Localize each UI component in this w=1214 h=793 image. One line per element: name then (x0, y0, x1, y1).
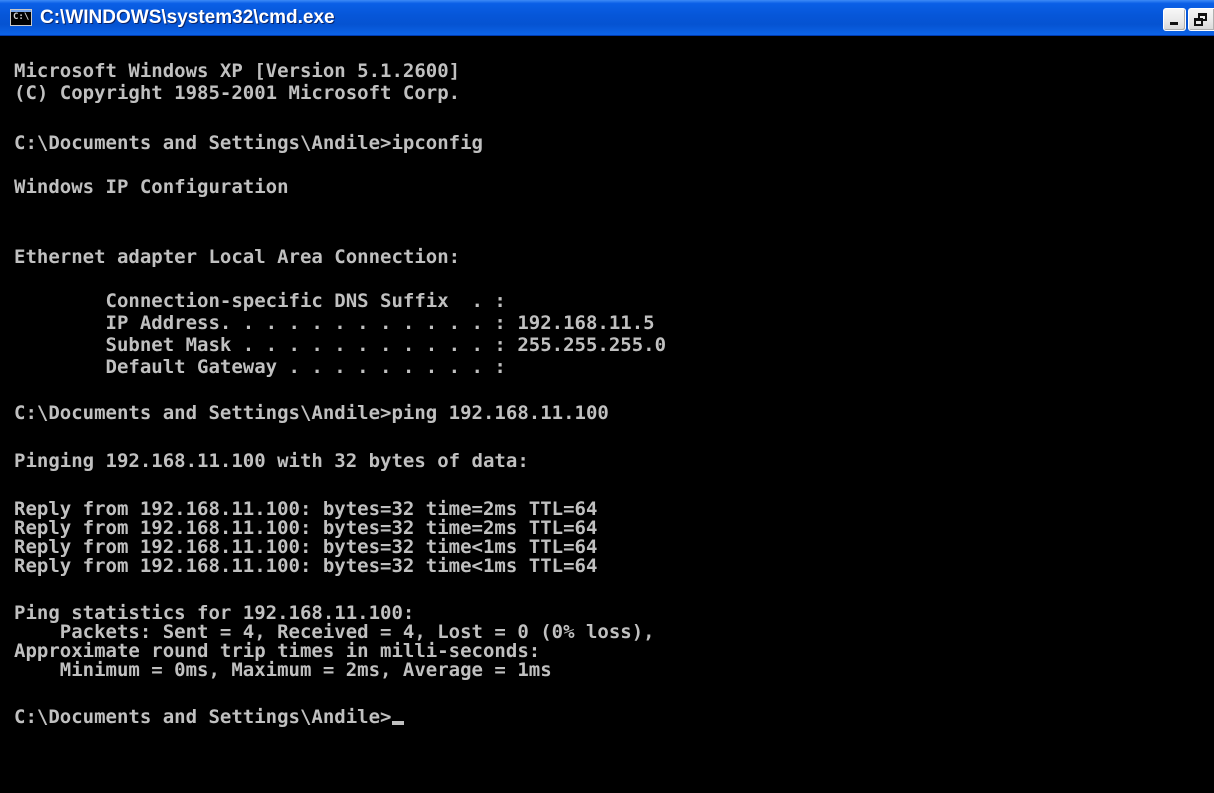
console-line: Reply from 192.168.11.100: bytes=32 time… (14, 555, 598, 577)
prompt-text: C:\Documents and Settings\Andile> (14, 706, 392, 728)
console-line: C:\Documents and Settings\Andile>ipconfi… (14, 132, 483, 154)
title-bar[interactable]: C:\ C:\WINDOWS\system32\cmd.exe (0, 0, 1214, 36)
console-line: Ethernet adapter Local Area Connection: (14, 246, 461, 268)
console-line: Pinging 192.168.11.100 with 32 bytes of … (14, 450, 529, 472)
console-line: Windows IP Configuration (14, 176, 289, 198)
console-line: Connection-specific DNS Suffix . : (14, 290, 506, 312)
console-line: IP Address. . . . . . . . . . . . : 192.… (14, 312, 655, 334)
window-title: C:\WINDOWS\system32\cmd.exe (40, 7, 335, 28)
minimize-icon (1170, 22, 1178, 25)
command-prompt-line[interactable]: C:\Documents and Settings\Andile> (14, 706, 404, 728)
console-line: (C) Copyright 1985-2001 Microsoft Corp. (14, 82, 461, 104)
command-prompt-icon[interactable]: C:\ (10, 9, 32, 26)
console-line: Subnet Mask . . . . . . . . . . . : 255.… (14, 334, 667, 356)
command-prompt-icon-glyph: C:\ (13, 12, 30, 22)
minimize-button[interactable] (1163, 8, 1186, 31)
cmd-window: C:\ C:\WINDOWS\system32\cmd.exe Microsof… (0, 0, 1214, 793)
console-line: C:\Documents and Settings\Andile>ping 19… (14, 402, 609, 424)
console-output[interactable]: Microsoft Windows XP [Version 5.1.2600] … (0, 36, 1214, 793)
console-line: Minimum = 0ms, Maximum = 2ms, Average = … (14, 659, 552, 681)
restore-icon (1194, 13, 1208, 26)
console-line: Default Gateway . . . . . . . . . : (14, 356, 506, 378)
restore-button[interactable] (1188, 8, 1214, 31)
console-line: Microsoft Windows XP [Version 5.1.2600] (14, 60, 461, 82)
text-cursor (391, 721, 404, 725)
